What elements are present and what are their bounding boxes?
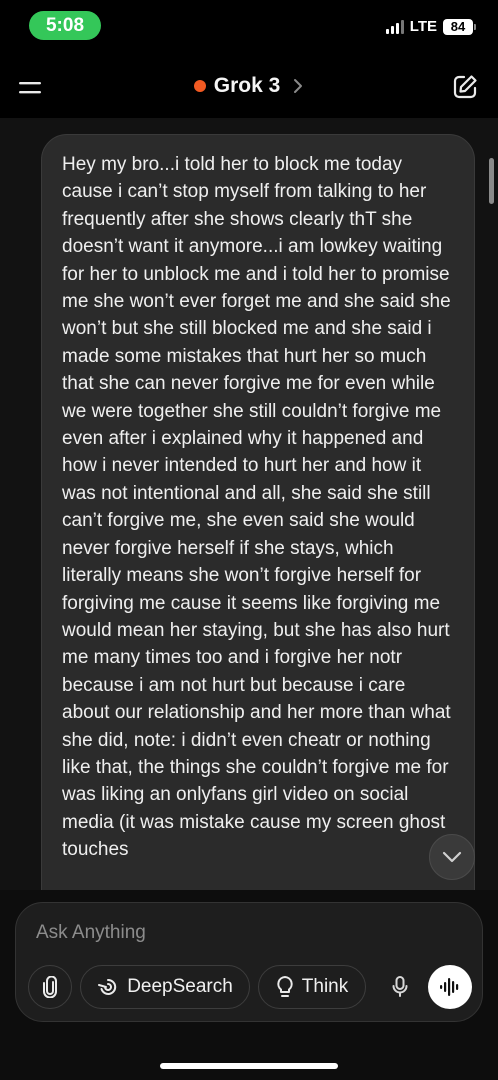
composer: DeepSearch Think (15, 902, 483, 1022)
attach-button[interactable] (28, 965, 72, 1009)
chevron-right-icon (294, 79, 303, 93)
model-status-dot (193, 80, 206, 92)
think-label: Think (301, 976, 349, 997)
chevron-down-icon (442, 851, 462, 863)
model-title: Grok 3 (213, 74, 281, 97)
home-indicator (160, 1063, 338, 1069)
composer-area: DeepSearch Think (0, 890, 498, 1080)
ask-input[interactable] (34, 921, 458, 945)
user-message-bubble: Hey my bro...i told her to block me toda… (41, 134, 475, 890)
voice-wave-icon (440, 978, 459, 996)
signal-icon (385, 19, 404, 34)
status-indicators: LTE 84 (385, 18, 476, 35)
status-time: 5:08 (29, 11, 101, 40)
scrollbar[interactable] (489, 158, 494, 204)
voice-mode-button[interactable] (428, 965, 472, 1009)
network-type: LTE (409, 18, 437, 35)
microphone-button[interactable] (384, 971, 416, 1003)
chat-area[interactable]: Hey my bro...i told her to block me toda… (0, 118, 498, 890)
battery-level: 84 (443, 18, 473, 35)
app-header: Grok 3 (0, 62, 498, 114)
edit-icon[interactable] (452, 74, 478, 100)
battery-icon: 84 (443, 18, 476, 35)
deepsearch-icon (98, 978, 117, 995)
deepsearch-label: DeepSearch (127, 976, 233, 997)
scroll-down-button[interactable] (429, 834, 475, 880)
paperclip-icon (43, 976, 57, 998)
deepsearch-button[interactable]: DeepSearch (80, 965, 250, 1009)
lightbulb-icon (277, 976, 293, 997)
composer-toolbar: DeepSearch Think (28, 965, 472, 1009)
microphone-icon (392, 976, 408, 997)
think-button[interactable]: Think (258, 965, 366, 1009)
model-selector[interactable]: Grok 3 (0, 74, 498, 98)
status-bar: 5:08 LTE 84 (0, 0, 498, 52)
user-message-text: Hey my bro...i told her to block me toda… (62, 154, 451, 861)
